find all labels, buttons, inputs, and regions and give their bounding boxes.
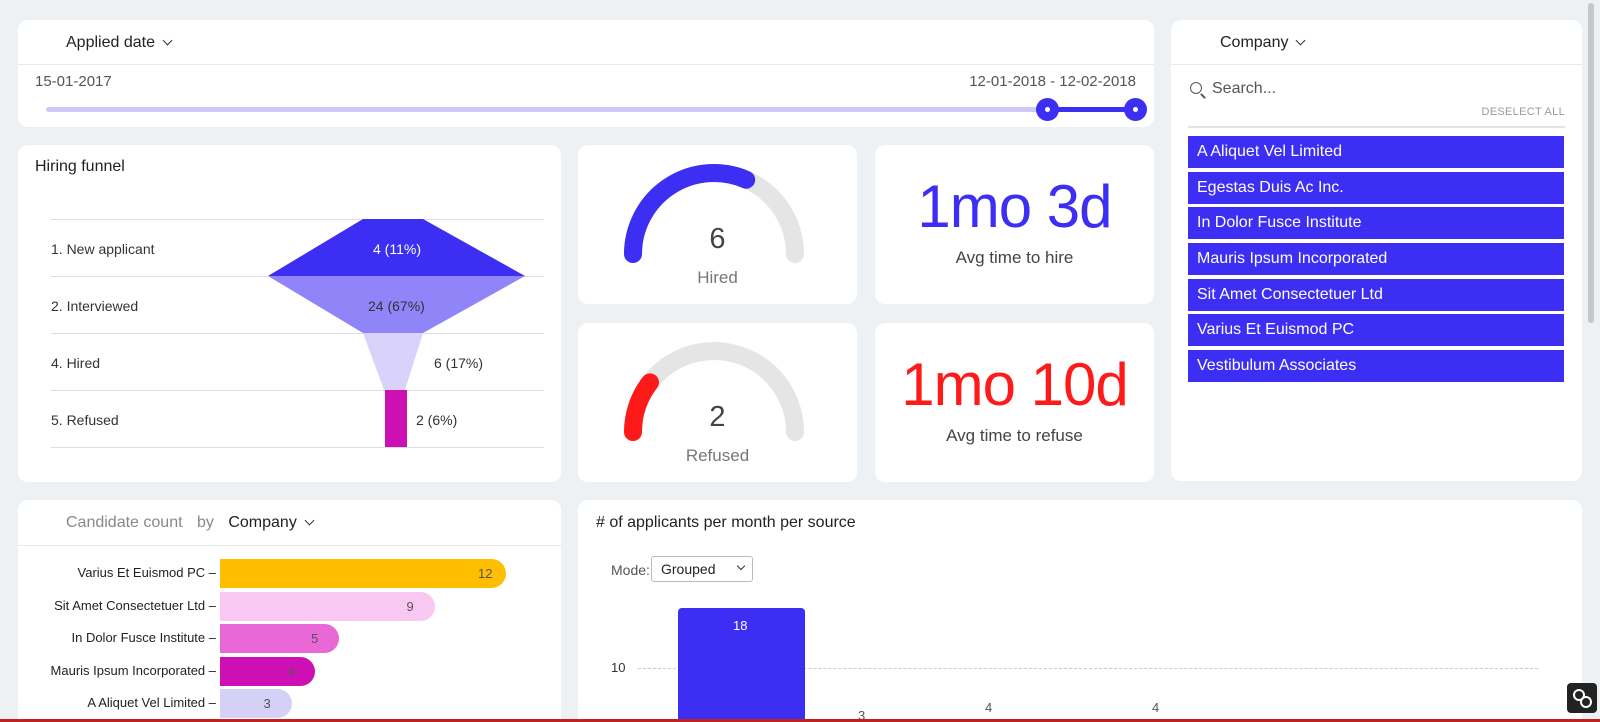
group-by-dropdown[interactable]: Company — [228, 514, 315, 531]
bar-value: 3 — [263, 696, 271, 711]
divider — [18, 545, 561, 546]
funnel-segment-hired — [363, 333, 423, 390]
bar-value: 5 — [311, 631, 319, 646]
search-icon — [1190, 82, 1202, 94]
funnel-stage-label: 1. New applicant — [51, 241, 155, 257]
mode-value: Grouped — [661, 561, 716, 577]
bar-label: Mauris Ipsum Incorporated – — [50, 662, 216, 678]
refused-count: 2 — [709, 401, 726, 433]
hiring-funnel-card: Hiring funnel 1. New applicant 2. Interv… — [18, 145, 561, 482]
company-search-input[interactable] — [1212, 76, 1552, 102]
refused-gauge-card: 2 Refused — [578, 323, 857, 482]
company-item[interactable]: In Dolor Fusce Institute — [1188, 207, 1564, 240]
bar-value: 12 — [478, 566, 493, 581]
bar-value: 4 — [287, 663, 295, 679]
company-dropdown[interactable]: Company — [1220, 34, 1306, 52]
mode-select[interactable]: Grouped — [651, 556, 753, 582]
company-label: Company — [1220, 34, 1289, 51]
avg-time-to-refuse-card: 1mo 10d Avg time to refuse — [875, 323, 1154, 482]
candidate-count-card: Candidate count by Company Varius Et Eui… — [18, 500, 561, 722]
bar[interactable] — [220, 559, 506, 588]
bar-value: 18 — [733, 618, 748, 634]
funnel-stage-value: 4 (11%) — [373, 241, 421, 257]
bar[interactable] — [220, 656, 316, 686]
company-item[interactable]: Sit Amet Consectetuer Ltd — [1188, 278, 1564, 311]
avg-time-to-refuse-label: Avg time to refuse — [946, 426, 1083, 445]
company-item[interactable]: Varius Et Euismod PC — [1188, 314, 1564, 347]
candidate-count-header: Candidate count by Company — [66, 514, 315, 532]
bar[interactable] — [220, 689, 292, 718]
search-row — [1188, 76, 1564, 102]
applied-date-dropdown[interactable]: Applied date — [66, 34, 173, 52]
date-slider-end-handle[interactable] — [1124, 98, 1147, 121]
scrollbar[interactable] — [1585, 0, 1597, 330]
chevron-down-icon — [1296, 35, 1306, 46]
funnel-stage-label: 5. Refused — [51, 412, 119, 428]
date-start: 15-01-2017 — [35, 73, 112, 90]
candidate-count-title: Candidate count — [66, 514, 183, 531]
applicants-chart-title: # of applicants per month per source — [596, 514, 856, 531]
company-item[interactable]: A Aliquet Vel Limited — [1188, 136, 1564, 168]
bar[interactable] — [220, 624, 340, 653]
bar-value: 9 — [406, 598, 414, 614]
company-filter-card: Company DESELECT ALL A Aliquet Vel Limit… — [1171, 20, 1582, 481]
company-list: A Aliquet Vel Limited Egestas Duis Ac In… — [1188, 136, 1564, 386]
avg-time-to-refuse-value: 1mo 10d — [901, 351, 1129, 418]
bar-label: In Dolor Fusce Institute – — [71, 630, 216, 645]
date-range: 12-01-2018 - 12-02-2018 — [969, 73, 1136, 90]
chevron-down-icon — [304, 515, 315, 526]
bar[interactable] — [220, 591, 435, 621]
refused-label: Refused — [685, 446, 750, 465]
scrollbar-thumb[interactable] — [1588, 3, 1594, 323]
applied-date-card: Applied date 15-01-2017 12-01-2018 - 12-… — [18, 20, 1154, 127]
mode-label: Mode: — [611, 562, 650, 578]
avg-time-to-hire-label: Avg time to hire — [955, 248, 1074, 267]
hired-gauge-card: 6 Hired — [578, 145, 857, 304]
funnel-segment-refused — [385, 390, 407, 447]
bar-label: A Aliquet Vel Limited – — [87, 695, 216, 710]
hired-count: 6 — [709, 223, 726, 255]
group-by-label: Company — [228, 514, 297, 531]
company-item[interactable]: Mauris Ipsum Incorporated — [1188, 243, 1564, 276]
applicants-per-month-card: # of applicants per month per source Mod… — [578, 500, 1582, 722]
avg-time-to-hire-value: 1mo 3d — [917, 173, 1112, 240]
funnel-stage-value: 2 (6%) — [416, 412, 458, 428]
divider — [1171, 64, 1582, 65]
divider — [1188, 126, 1565, 128]
funnel-stage-label: 4. Hired — [51, 355, 101, 371]
by-label: by — [196, 514, 214, 531]
date-slider-start-handle[interactable] — [1036, 98, 1059, 121]
funnel-stage-value: 6 (17%) — [434, 355, 484, 371]
chevron-down-icon — [736, 561, 746, 571]
company-item[interactable]: Vestibulum Associates — [1188, 350, 1564, 383]
deselect-all-button[interactable]: DESELECT ALL — [1482, 106, 1566, 118]
y-tick-label: 10 — [611, 660, 626, 675]
avg-time-to-hire-card: 1mo 3d Avg time to hire — [875, 145, 1154, 304]
bar-label: Varius Et Euismod PC – — [77, 565, 216, 580]
link-icon[interactable] — [1567, 683, 1597, 713]
applied-date-label: Applied date — [66, 34, 155, 51]
company-item[interactable]: Egestas Duis Ac Inc. — [1188, 171, 1564, 204]
funnel-stage-value: 24 (67%) — [368, 298, 425, 314]
hired-label: Hired — [697, 268, 738, 287]
bar-value: 4 — [985, 700, 993, 715]
link-glyph — [1573, 689, 1592, 708]
chevron-down-icon — [162, 35, 173, 46]
bar-label: Sit Amet Consectetuer Ltd – — [54, 597, 216, 613]
divider — [18, 64, 1154, 65]
date-slider-track[interactable] — [46, 107, 1136, 112]
funnel-stage-label: 2. Interviewed — [51, 298, 139, 314]
bar-value: 4 — [1152, 700, 1160, 715]
